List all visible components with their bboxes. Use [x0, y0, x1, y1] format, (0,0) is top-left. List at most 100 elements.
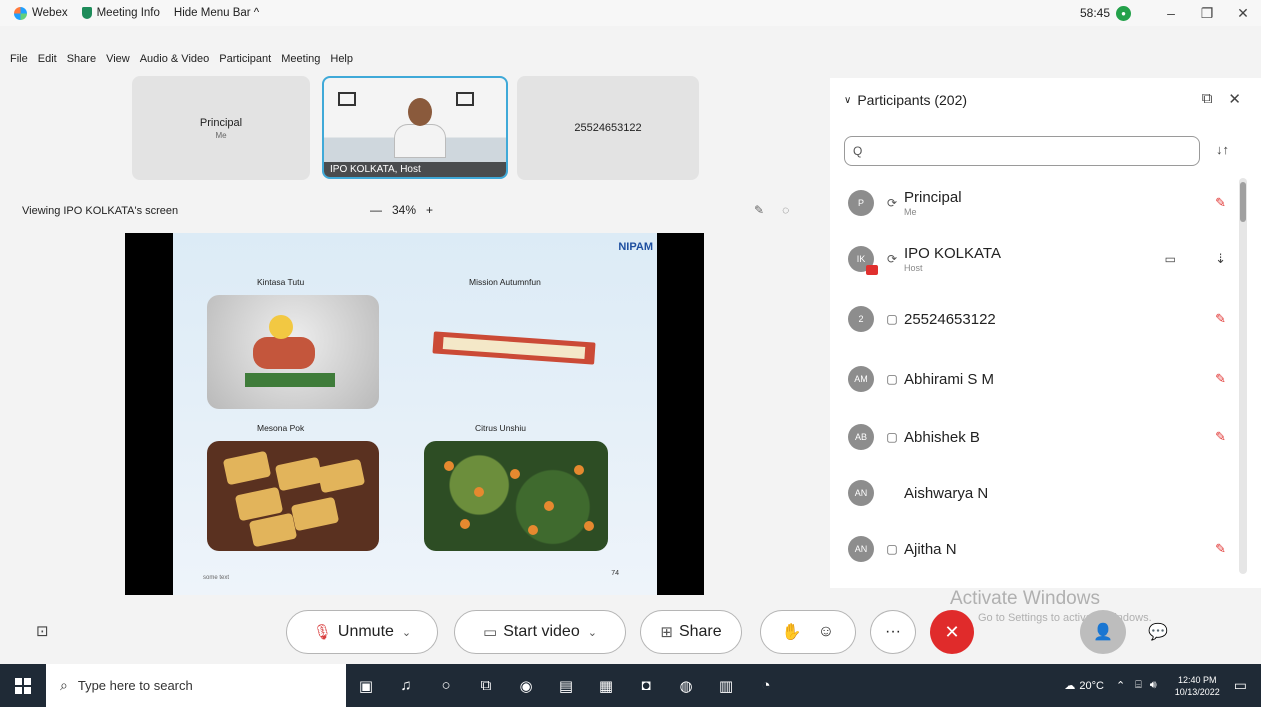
participant-name: IPO KOLKATA — [904, 245, 1001, 262]
menu-help[interactable]: Help — [330, 53, 353, 65]
participant-row[interactable]: AN ▢ Ajitha N ✎ — [848, 524, 1238, 574]
hide-menu-bar-button[interactable]: Hide Menu Bar ^ — [174, 7, 259, 19]
raise-hand-icon[interactable]: ✋ — [782, 622, 802, 642]
annotate-icon[interactable]: ✎ — [754, 203, 764, 217]
menu-audio-video[interactable]: Audio & Video — [140, 53, 210, 65]
avatar: AN — [848, 480, 874, 506]
chevron-down-icon[interactable]: ⌄ — [402, 626, 411, 639]
camera-icon[interactable]: ▭ — [1165, 252, 1176, 266]
mic-muted-icon[interactable]: ✎ — [1215, 371, 1226, 387]
mic-muted-icon[interactable]: ✎ — [1215, 429, 1226, 445]
video-tile-principal[interactable]: Principal Me — [132, 76, 310, 180]
participants-header[interactable]: ∨ Participants (202) — [844, 92, 967, 108]
menu-share[interactable]: Share — [67, 53, 96, 65]
taskbar-clock[interactable]: 12:40 PM 10/13/2022 — [1175, 674, 1220, 698]
menu-view[interactable]: View — [106, 53, 130, 65]
volume-icon[interactable]: 🔊︎ — [1150, 679, 1157, 692]
cortana-icon[interactable]: ○ — [426, 664, 466, 707]
recording-indicator-icon[interactable]: ● — [1116, 5, 1131, 21]
remote-control-icon[interactable]: ◌ — [782, 203, 789, 217]
participants-panel: ∨ Participants (202) ⧉ ✕ Q ↓↑ P ⟳ Princi… — [830, 78, 1261, 588]
start-video-button[interactable]: ▭ Start video ⌄ — [454, 610, 626, 654]
participant-row[interactable]: 2 ▢ 25524653122 ✎ — [848, 294, 1238, 344]
unmute-button[interactable]: 🎙︎ Unmute ⌄ — [286, 610, 438, 654]
file-explorer-icon[interactable]: ▤ — [546, 664, 586, 707]
mic-muted-icon[interactable]: ✎ — [1215, 541, 1226, 557]
shared-slide: NIPAM Kintasa Tutu Mission Autumnfun Mes… — [173, 233, 657, 595]
clock-date: 10/13/2022 — [1174, 686, 1220, 697]
notes-icon[interactable]: ▥ — [706, 664, 746, 707]
avatar: IK — [848, 246, 878, 275]
share-button[interactable]: ⊞ Share — [640, 610, 742, 654]
sort-icon[interactable]: ↓↑ — [1216, 142, 1229, 157]
meeting-info-button[interactable]: Meeting Info — [81, 7, 160, 19]
pop-out-icon[interactable]: ⧉ — [1202, 90, 1213, 108]
webex-app-menu[interactable]: Webex — [14, 6, 68, 20]
zoom-in-button[interactable]: + — [426, 203, 433, 217]
chat-button[interactable]: 💬 — [1138, 610, 1178, 654]
maximize-button[interactable]: ❐ — [1189, 5, 1225, 22]
participants-scrollbar[interactable] — [1239, 178, 1247, 574]
chrome-icon[interactable]: ◔ — [746, 664, 786, 707]
task-view-icon[interactable]: ⧉ — [466, 664, 506, 707]
participant-row[interactable]: AB ▢ Abhishek B ✎ — [848, 412, 1238, 462]
participant-row[interactable]: AM ▢ Abhirami S M ✎ — [848, 354, 1238, 404]
close-panel-icon[interactable]: ✕ — [1228, 90, 1241, 108]
participant-name: Principal — [904, 189, 962, 206]
more-options-button[interactable]: ··· — [870, 610, 916, 654]
avatar: 2 — [848, 306, 874, 332]
slide-caption: Mesona Pok — [257, 423, 305, 433]
weather-icon[interactable]: ☁ — [1064, 679, 1075, 692]
device-icon: ▢ — [886, 542, 898, 556]
menu-edit[interactable]: Edit — [38, 53, 57, 65]
office-icon[interactable]: ◘ — [626, 664, 666, 707]
reactions-icon[interactable]: ☺ — [818, 623, 834, 641]
slide-image-sweets — [207, 441, 379, 551]
scroll-thumb[interactable] — [1240, 182, 1246, 222]
taskbar-search-input[interactable]: ⌕ Type here to search — [46, 664, 346, 707]
slide-image-toy — [207, 295, 379, 409]
title-bar: Webex Meeting Info Hide Menu Bar ^ 58:45… — [0, 0, 1261, 26]
wall-frame — [338, 92, 356, 106]
layout-icon[interactable]: ⊡ — [36, 622, 49, 640]
edge-browser-icon[interactable]: ◉ — [506, 664, 546, 707]
leave-meeting-button[interactable]: ✕ — [930, 610, 974, 654]
mic-icon[interactable]: ⇣ — [1215, 251, 1226, 267]
headset-icon[interactable]: ♫ — [386, 664, 426, 707]
webex-taskbar-icon[interactable]: ◍ — [666, 664, 706, 707]
zoom-control: — 34% + — [370, 203, 433, 217]
store-icon[interactable]: ▦ — [586, 664, 626, 707]
mic-muted-icon[interactable]: ✎ — [1215, 195, 1226, 211]
windows-logo-icon — [15, 677, 31, 694]
network-icon[interactable]: ⌸ — [1135, 679, 1142, 692]
participant-search-input[interactable]: Q — [844, 136, 1200, 166]
host-video-feed — [394, 98, 446, 158]
chevron-down-icon[interactable]: ⌄ — [588, 626, 597, 639]
zoom-out-button[interactable]: — — [370, 203, 382, 217]
notifications-icon[interactable]: ▭ — [1234, 677, 1247, 694]
participant-row[interactable]: P ⟳ Principal Me ✎ — [848, 178, 1238, 228]
participant-name: 25524653122 — [904, 310, 996, 328]
chevron-up-icon[interactable]: ⌃ — [1116, 679, 1125, 692]
participants-toggle-button[interactable]: 👤 — [1080, 610, 1126, 654]
taskbar-search-placeholder: Type here to search — [77, 678, 193, 693]
mic-muted-icon[interactable]: ✎ — [1215, 311, 1226, 327]
device-icon: ▢ — [886, 312, 898, 326]
menu-participant[interactable]: Participant — [219, 53, 271, 65]
shared-screen[interactable]: NIPAM Kintasa Tutu Mission Autumnfun Mes… — [125, 233, 704, 595]
start-button[interactable] — [0, 664, 46, 707]
slide-caption: Citrus Unshiu — [475, 423, 527, 433]
close-window-button[interactable]: ✕ — [1225, 5, 1261, 22]
participant-row[interactable]: AN Aishwarya N — [848, 468, 1238, 518]
participant-row[interactable]: IK ⟳ IPO KOLKATA Host ▭ ⇣ — [848, 234, 1238, 284]
menu-meeting[interactable]: Meeting — [281, 53, 320, 65]
viewing-screen-label: Viewing IPO KOLKATA's screen — [22, 205, 179, 217]
video-tile-phone[interactable]: 25524653122 — [517, 76, 699, 180]
minimize-button[interactable]: – — [1153, 5, 1189, 21]
weather-temp[interactable]: 20°C — [1079, 680, 1104, 692]
sync-icon: ⟳ — [886, 196, 898, 210]
widgets-icon[interactable]: ▣ — [346, 664, 386, 707]
device-icon: ▢ — [886, 372, 898, 386]
menu-file[interactable]: File — [10, 53, 28, 65]
video-tile-host[interactable]: IPO KOLKATA, Host — [322, 76, 508, 179]
